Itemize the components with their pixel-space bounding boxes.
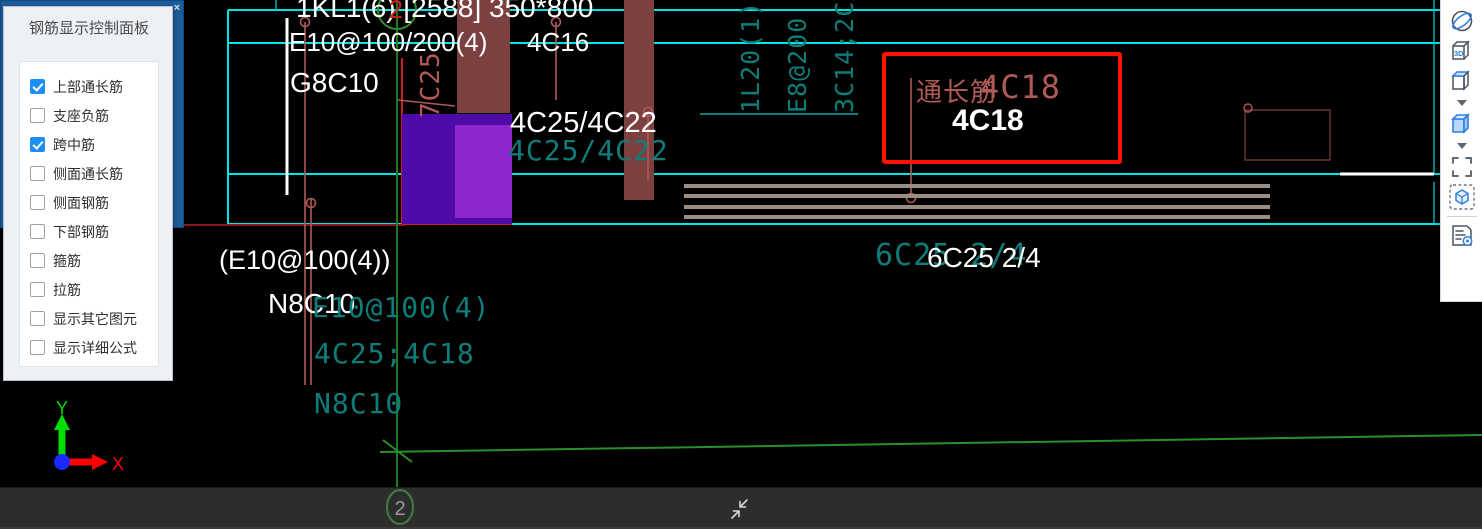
label-ghost-n8c10: N8C10 xyxy=(314,387,404,420)
rebar-option-label: 拉筋 xyxy=(53,282,81,299)
svg-text:3D: 3D xyxy=(1454,49,1464,58)
rebar-option-label: 侧面通长筋 xyxy=(53,166,123,183)
rebar-option-label: 显示其它图元 xyxy=(53,311,137,328)
checkbox-unchecked-icon[interactable] xyxy=(30,108,45,123)
axis-gizmo: Y X xyxy=(42,398,132,480)
label-girder-g8c10: G8C10 xyxy=(290,67,379,98)
svg-text:2: 2 xyxy=(394,498,405,520)
background-dialog-close-icon[interactable]: × xyxy=(174,2,180,14)
checkbox-checked-icon[interactable] xyxy=(30,79,45,94)
rebar-option-label: 侧面钢筋 xyxy=(53,195,109,212)
rebar-option-row[interactable]: 箍筋 xyxy=(30,246,158,275)
caret-down-icon-1[interactable] xyxy=(1445,96,1479,109)
checkbox-unchecked-icon[interactable] xyxy=(30,282,45,297)
cube-filled-icon[interactable] xyxy=(1445,109,1479,139)
dimension-tick xyxy=(1243,103,1331,161)
label-stirrup-bottom: (E10@100(4)) xyxy=(219,245,391,275)
rebar-option-row[interactable]: 侧面通长筋 xyxy=(30,159,158,188)
label-top-rebar-4c16: 4C16 xyxy=(527,27,590,57)
rebar-option-row[interactable]: 显示其它图元 xyxy=(30,304,158,333)
y-axis-arrow: Y xyxy=(54,398,70,462)
view-toolbar[interactable]: 3D xyxy=(1440,0,1482,302)
label-vertical-3c14: 3C14;2C xyxy=(830,0,859,113)
rebar-display-control-panel[interactable]: 钢筋显示控制面板 上部通长筋支座负筋跨中筋侧面通长筋侧面钢筋下部钢筋箍筋拉筋显示… xyxy=(3,6,173,381)
application-window: 1KL1(6) [2588] 350*800 E10@100/200(4) 4C… xyxy=(0,0,1482,529)
selected-member-purple xyxy=(402,114,512,224)
panel-title: 钢筋显示控制面板 xyxy=(28,20,149,37)
rebar-bars xyxy=(684,184,1270,219)
orbit-icon[interactable] xyxy=(1445,6,1479,36)
axis-origin-dot xyxy=(54,454,70,470)
caret-down-icon-2[interactable] xyxy=(1445,139,1479,152)
label-highlight-white: 4C18 xyxy=(952,104,1024,137)
svg-text:Y: Y xyxy=(56,400,68,418)
svg-text:X: X xyxy=(112,454,124,474)
checkbox-unchecked-icon[interactable] xyxy=(30,166,45,181)
label-vertical-1l20: 1L20(1) xyxy=(736,0,765,113)
label-beam-mark: 1KL1(6) [2588] 350*800 xyxy=(296,0,594,23)
report-preview-icon[interactable] xyxy=(1445,221,1479,251)
selection-frame-icon[interactable] xyxy=(1445,152,1479,182)
label-rotated-7c25: 7C25 xyxy=(416,51,446,118)
rebar-option-label: 跨中筋 xyxy=(53,137,95,154)
rebar-option-list: 上部通长筋支座负筋跨中筋侧面通长筋侧面钢筋下部钢筋箍筋拉筋显示其它图元 显示详细公… xyxy=(19,61,159,367)
rebar-option-row[interactable]: 上部通长筋 xyxy=(30,72,158,101)
label-highlight-value: 4C18 xyxy=(980,68,1062,106)
label-mid-4c25-4c22-ghost: 4C25/4C22 xyxy=(508,134,669,167)
toolbar-divider xyxy=(1446,216,1477,217)
view-3d-icon[interactable]: 3D xyxy=(1445,36,1479,66)
label-vertical-e8-200: E8@200 xyxy=(783,16,812,113)
rebar-option-label: 显示详细公式 xyxy=(53,340,137,357)
checkbox-checked-icon[interactable] xyxy=(30,137,45,152)
rebar-option-row[interactable]: 显示详细公式 xyxy=(30,333,158,362)
rebar-option-row[interactable]: 跨中筋 xyxy=(30,130,158,159)
rebar-option-label: 下部钢筋 xyxy=(53,224,109,241)
checkbox-unchecked-icon[interactable] xyxy=(30,311,45,326)
leader-lines xyxy=(299,16,917,385)
label-bottom-6c25: 6C25 2/4 xyxy=(927,242,1041,273)
checkbox-unchecked-icon[interactable] xyxy=(30,253,45,268)
status-bar[interactable]: 2 xyxy=(0,487,1482,529)
checkbox-unchecked-icon[interactable] xyxy=(30,195,45,210)
cube-dashed-icon[interactable] xyxy=(1445,182,1479,212)
green-ground-line xyxy=(379,434,1482,453)
label-ghost-4c25-4c18: 4C25;4C18 xyxy=(314,337,475,370)
rebar-option-label: 箍筋 xyxy=(53,253,81,270)
rebar-option-row[interactable]: 支座负筋 xyxy=(30,101,158,130)
label-ghost-e10-100: E10@100(4) xyxy=(312,291,491,324)
cad-canvas[interactable]: 1KL1(6) [2588] 350*800 E10@100/200(4) 4C… xyxy=(0,0,1482,488)
label-grid-axis-top: 2 xyxy=(389,0,403,24)
rebar-option-row[interactable]: 侧面钢筋 xyxy=(30,188,158,217)
rebar-option-row[interactable]: 拉筋 xyxy=(30,275,158,304)
collapse-arrows-icon[interactable] xyxy=(727,497,753,521)
checkbox-unchecked-icon[interactable] xyxy=(30,340,45,355)
grid-bubble-bottom: 2 xyxy=(386,489,414,525)
rebar-option-label: 支座负筋 xyxy=(53,108,109,125)
x-axis-arrow: X xyxy=(64,454,124,474)
rebar-option-label: 上部通长筋 xyxy=(53,79,123,96)
cube-outline-icon[interactable] xyxy=(1445,66,1479,96)
checkbox-unchecked-icon[interactable] xyxy=(30,224,45,239)
label-stirrup-top: E10@100/200(4) xyxy=(289,27,488,57)
rebar-option-row[interactable]: 下部钢筋 xyxy=(30,217,158,246)
